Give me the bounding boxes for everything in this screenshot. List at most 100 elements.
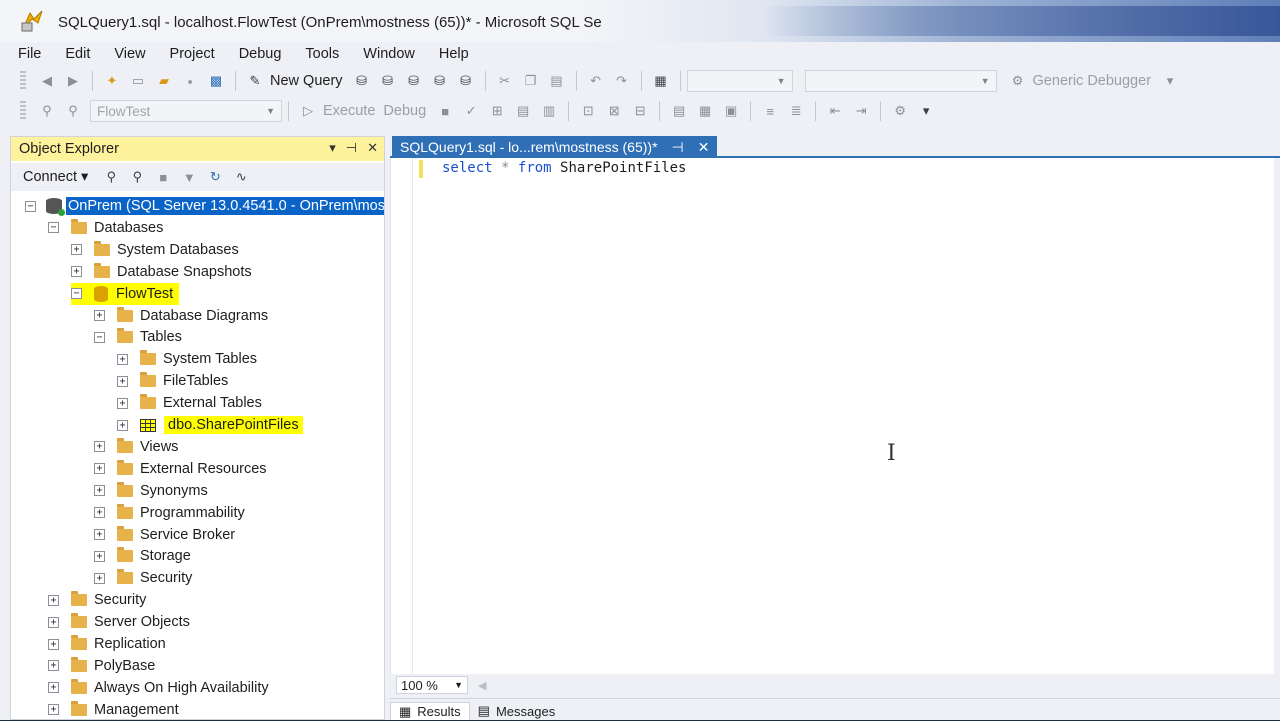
tree-node[interactable]: + System Databases	[71, 239, 239, 261]
collapse-icon[interactable]: −	[48, 222, 59, 234]
tree-node[interactable]: + Management	[48, 699, 179, 721]
expand-icon[interactable]: +	[48, 616, 59, 628]
expand-icon[interactable]: +	[48, 594, 59, 606]
collapse-icon[interactable]: −	[25, 200, 36, 212]
tree-node[interactable]: − OnPrem (SQL Server 13.0.4541.0 - OnPrem…	[25, 195, 384, 217]
mdx-query-icon[interactable]: ⛁	[377, 71, 399, 91]
add-item-icon[interactable]: ▭	[127, 71, 149, 91]
tree-node[interactable]: + External Resources	[94, 458, 267, 480]
tree-node[interactable]: + PolyBase	[48, 655, 155, 677]
tree-node[interactable]: + Service Broker	[94, 524, 235, 546]
menu-view[interactable]: View	[114, 46, 145, 62]
activity-monitor-icon[interactable]: ▦	[650, 71, 672, 91]
tab-messages[interactable]: ▤ Messages	[470, 702, 564, 720]
new-query-icon[interactable]: ✎	[244, 71, 266, 91]
connect-icon[interactable]: ⚲	[36, 101, 58, 121]
menu-tools[interactable]: Tools	[305, 46, 339, 62]
tree-node[interactable]: + Views	[94, 436, 178, 458]
expand-icon[interactable]: +	[94, 463, 105, 475]
dax-query-icon[interactable]: ⛁	[455, 71, 477, 91]
zoom-dropdown[interactable]: 100 % ▼	[396, 676, 468, 694]
undo-icon[interactable]: ↶	[585, 71, 607, 91]
intellisense-icon[interactable]: ⊡	[577, 101, 599, 121]
expand-icon[interactable]: +	[94, 572, 105, 584]
database-engine-query-icon[interactable]: ⛁	[351, 71, 373, 91]
expand-icon[interactable]: +	[48, 682, 59, 694]
tree-node[interactable]: + Storage	[94, 545, 191, 567]
tree-node[interactable]: + Programmability	[94, 502, 245, 524]
cancel-query-icon[interactable]: ■	[434, 101, 456, 121]
tree-node[interactable]: − Databases	[48, 217, 163, 239]
disconnect-icon[interactable]: ⚲	[126, 167, 148, 187]
forward-icon[interactable]: ▶	[62, 71, 84, 91]
activity-monitor-icon[interactable]: ∿	[230, 167, 252, 187]
tab-sqlquery1[interactable]: SQLQuery1.sql - lo...rem\mostness (65))*…	[392, 136, 718, 158]
expand-icon[interactable]: +	[94, 529, 105, 540]
cut-icon[interactable]: ✂	[494, 71, 516, 91]
tree-node[interactable]: + FileTables	[117, 370, 228, 392]
available-databases-dropdown[interactable]: FlowTest ▼	[90, 100, 282, 122]
menu-debug[interactable]: Debug	[239, 46, 282, 62]
actual-plan-icon[interactable]: ⊠	[603, 101, 625, 121]
menu-project[interactable]: Project	[170, 46, 215, 62]
expand-icon[interactable]: +	[48, 660, 59, 672]
debug-button[interactable]: Debug	[383, 103, 426, 119]
generic-debugger-button[interactable]: Generic Debugger	[1033, 73, 1152, 89]
results-to-file-icon[interactable]: ▣	[720, 101, 742, 121]
expand-icon[interactable]: +	[117, 397, 128, 409]
tree-node[interactable]: + Database Snapshots	[71, 261, 252, 283]
solution-config-dropdown[interactable]: ▼	[686, 70, 793, 92]
menu-help[interactable]: Help	[439, 46, 469, 62]
pin-icon[interactable]: ⊣	[346, 140, 357, 156]
expand-icon[interactable]: +	[94, 550, 105, 562]
tree-node[interactable]: + Always On High Availability	[48, 677, 269, 699]
new-query-button[interactable]: New Query	[270, 73, 343, 89]
debugger-icon[interactable]: ⚙	[1007, 71, 1029, 91]
code-line-1[interactable]: select * from SharePointFiles	[442, 160, 686, 176]
expand-icon[interactable]: +	[48, 638, 59, 650]
increase-indent-icon[interactable]: ⇥	[850, 101, 872, 121]
collapse-icon[interactable]: −	[94, 331, 105, 343]
expand-icon[interactable]: +	[94, 485, 105, 497]
comment-icon[interactable]: ≡	[759, 101, 781, 121]
tree-node[interactable]: + Security	[94, 567, 192, 589]
connect-dropdown[interactable]: Connect ▾	[23, 169, 88, 185]
pin-icon[interactable]: ⊣	[672, 139, 684, 156]
results-to-grid-icon[interactable]: ▦	[694, 101, 716, 121]
expand-icon[interactable]: +	[94, 441, 105, 453]
xmla-query-icon[interactable]: ⛁	[429, 71, 451, 91]
expand-icon[interactable]: +	[48, 704, 59, 716]
collapse-icon[interactable]: −	[71, 288, 82, 300]
tree-node[interactable]: + External Tables	[117, 392, 262, 414]
tab-results[interactable]: ▦ Results	[390, 702, 470, 720]
results-to-text-icon[interactable]: ▤	[668, 101, 690, 121]
execute-icon[interactable]: ▷	[297, 101, 319, 121]
close-icon[interactable]: ✕	[367, 140, 378, 156]
dmx-query-icon[interactable]: ⛁	[403, 71, 425, 91]
toolbar-overflow-icon[interactable]: ▾	[915, 101, 937, 121]
expand-icon[interactable]: +	[117, 375, 128, 387]
tree-node[interactable]: + Database Diagrams	[94, 305, 268, 327]
menu-window[interactable]: Window	[363, 46, 415, 62]
stop-icon[interactable]: ■	[152, 167, 174, 187]
tree-node[interactable]: − Tables	[94, 326, 182, 348]
open-file-icon[interactable]: ▰	[153, 71, 175, 91]
query-editor[interactable]: select * from SharePointFiles I	[390, 158, 1274, 674]
menu-edit[interactable]: Edit	[65, 46, 90, 62]
expand-icon[interactable]: +	[71, 244, 82, 256]
query-designer-icon[interactable]: ▤	[512, 101, 534, 121]
live-stats-icon[interactable]: ⊟	[629, 101, 651, 121]
query-options-icon[interactable]: ▥	[538, 101, 560, 121]
menu-file[interactable]: File	[18, 46, 41, 62]
copy-icon[interactable]: ❐	[520, 71, 542, 91]
tree-node[interactable]: + Server Objects	[48, 611, 190, 633]
tree-node[interactable]: + Security	[48, 589, 146, 611]
solution-platform-dropdown[interactable]: ▼	[804, 70, 997, 92]
save-icon[interactable]: ▪	[179, 71, 201, 91]
decrease-indent-icon[interactable]: ⇤	[824, 101, 846, 121]
toolbar-grip[interactable]	[20, 101, 26, 121]
expand-icon[interactable]: +	[117, 353, 128, 365]
connect-icon[interactable]: ⚲	[100, 167, 122, 187]
change-connection-icon[interactable]: ⚲	[62, 101, 84, 121]
expand-icon[interactable]: +	[94, 507, 105, 519]
